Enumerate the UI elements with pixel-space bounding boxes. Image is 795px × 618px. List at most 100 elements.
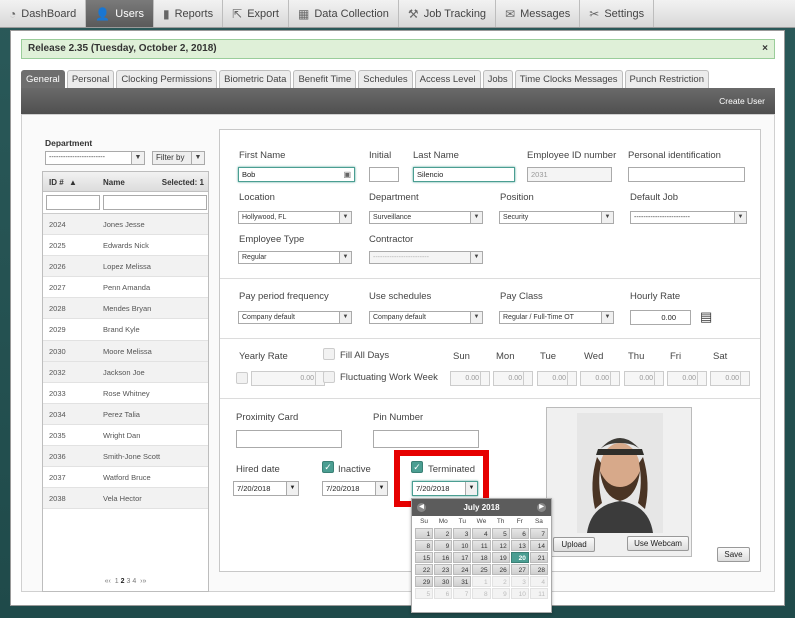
calendar-day[interactable]: 19 <box>491 552 510 563</box>
col-id-header[interactable]: ID # <box>49 178 64 187</box>
calendar-day[interactable]: 14 <box>529 540 548 551</box>
calendar-day[interactable]: 13 <box>510 540 529 551</box>
tab-jobs[interactable]: Jobs <box>482 70 513 88</box>
nav-messages[interactable]: ✉ Messages <box>496 0 581 27</box>
pay-period-select[interactable]: Company default ▼ <box>238 311 352 324</box>
last-name-field[interactable]: Silencio <box>413 167 515 182</box>
department-field-select[interactable]: Surveillance ▼ <box>369 211 483 224</box>
inactive-checkbox[interactable]: ✓ <box>322 461 334 473</box>
close-icon[interactable]: × <box>762 40 768 58</box>
nav-settings[interactable]: ✂ Settings <box>580 0 655 27</box>
tab-biometric-data[interactable]: Biometric Data <box>219 70 292 88</box>
table-row[interactable]: 2038 Vela Hector <box>43 488 208 510</box>
table-row[interactable]: 2030 Moore Melissa <box>43 340 208 362</box>
personal-id-field[interactable] <box>628 167 745 182</box>
hourly-rate-stepper[interactable]: 0.00 <box>630 310 691 325</box>
nav-users[interactable]: 👤 Users <box>86 0 154 27</box>
table-row[interactable]: 2028 Mendes Bryan <box>43 298 208 320</box>
default-job-select[interactable]: ------------------------ ▼ <box>630 211 747 224</box>
fill-all-days-checkbox[interactable] <box>323 348 335 360</box>
calendar-day[interactable]: 8 <box>415 540 434 551</box>
calendar-day[interactable]: 20 <box>510 552 529 563</box>
location-select[interactable]: Hollywood, FL ▼ <box>238 211 352 224</box>
calendar-day[interactable]: 3 <box>453 528 472 539</box>
tab-benefit-time[interactable]: Benefit Time <box>293 70 357 88</box>
calendar-day[interactable]: 27 <box>510 564 529 575</box>
name-filter-input[interactable] <box>103 195 207 210</box>
upload-button[interactable]: Upload <box>553 537 595 552</box>
table-row[interactable]: 2034 Perez Talia <box>43 403 208 425</box>
nav-export[interactable]: ⇱ Export <box>223 0 289 27</box>
nav-job-tracking[interactable]: ⚒ Job Tracking <box>399 0 497 27</box>
calculator-icon[interactable]: ▤ <box>700 309 712 325</box>
inactive-date-field[interactable]: 7/20/2018 ▼ <box>322 481 388 496</box>
hired-date-field[interactable]: 7/20/2018 ▼ <box>233 481 299 496</box>
table-row[interactable]: 2035 Wright Dan <box>43 425 208 447</box>
calendar-day[interactable]: 24 <box>453 564 472 575</box>
employee-type-select[interactable]: Regular ▼ <box>238 251 352 264</box>
pager-page-2[interactable]: 2 <box>121 578 125 585</box>
tab-access-level[interactable]: Access Level <box>414 70 481 88</box>
calendar-day[interactable]: 21 <box>529 552 548 563</box>
calendar-day[interactable]: 6 <box>510 528 529 539</box>
calendar-day[interactable]: 17 <box>453 552 472 563</box>
col-name-header[interactable]: Name <box>103 178 125 187</box>
first-name-field[interactable]: Bob ▣ <box>238 167 355 182</box>
calendar-day[interactable]: 15 <box>415 552 434 563</box>
tab-time-clocks-messages[interactable]: Time Clocks Messages <box>514 70 623 88</box>
tab-punch-restriction[interactable]: Punch Restriction <box>624 70 709 88</box>
initial-field[interactable] <box>369 167 399 182</box>
table-row[interactable]: 2027 Penn Amanda <box>43 277 208 299</box>
next-month-icon[interactable]: ▶ <box>537 503 546 512</box>
calendar-day[interactable]: 7 <box>529 528 548 539</box>
save-button[interactable]: Save <box>717 547 750 562</box>
pager-next[interactable]: ›» <box>140 578 146 585</box>
table-row[interactable]: 2025 Edwards Nick <box>43 235 208 257</box>
fluctuating-checkbox[interactable] <box>323 371 335 383</box>
table-row[interactable]: 2037 Watford Bruce <box>43 467 208 489</box>
nav-reports[interactable]: ▮ Reports <box>154 0 224 27</box>
create-user-link[interactable]: Create User <box>719 96 765 106</box>
calendar-day[interactable]: 30 <box>434 576 453 587</box>
yearly-rate-checkbox[interactable] <box>236 372 248 384</box>
table-row[interactable]: 2033 Rose Whitney <box>43 383 208 404</box>
calendar-day[interactable]: 5 <box>491 528 510 539</box>
tab-general[interactable]: General <box>21 70 65 88</box>
use-webcam-button[interactable]: Use Webcam <box>627 536 689 551</box>
calendar-day[interactable]: 12 <box>491 540 510 551</box>
calendar-day[interactable]: 18 <box>472 552 491 563</box>
department-select[interactable]: ------------------------ ▼ <box>45 151 145 165</box>
position-select[interactable]: Security ▼ <box>499 211 614 224</box>
use-schedules-select[interactable]: Company default ▼ <box>369 311 483 324</box>
table-row[interactable]: 2024 Jones Jesse <box>43 214 208 236</box>
calendar-day[interactable]: 11 <box>472 540 491 551</box>
filter-by-select[interactable]: Filter by ▼ <box>152 151 205 165</box>
calendar-day[interactable]: 4 <box>472 528 491 539</box>
calendar-day[interactable]: 9 <box>434 540 453 551</box>
proximity-field[interactable] <box>236 430 342 448</box>
calendar-day[interactable]: 23 <box>434 564 453 575</box>
calendar-day[interactable]: 16 <box>434 552 453 563</box>
calendar-day[interactable]: 26 <box>491 564 510 575</box>
nav-dashboard[interactable]: ◔ DashBoard <box>0 0 87 27</box>
id-filter-input[interactable] <box>46 195 100 210</box>
pager-page-3[interactable]: 3 <box>126 578 130 585</box>
pager-page-4[interactable]: 4 <box>132 578 136 585</box>
table-row[interactable]: 2029 Brand Kyle <box>43 319 208 341</box>
pager-page-1[interactable]: 1 <box>115 578 119 585</box>
tab-schedules[interactable]: Schedules <box>358 70 413 88</box>
nav-data-collection[interactable]: ▦ Data Collection <box>289 0 399 27</box>
prev-month-icon[interactable]: ◀ <box>417 503 426 512</box>
calendar-day[interactable]: 22 <box>415 564 434 575</box>
calendar-day[interactable]: 31 <box>453 576 472 587</box>
calendar-day[interactable]: 1 <box>415 528 434 539</box>
table-row[interactable]: 2036 Smith-Jone Scott <box>43 446 208 468</box>
table-row[interactable]: 2032 Jackson Joe <box>43 361 208 383</box>
calendar-day[interactable]: 29 <box>415 576 434 587</box>
calendar-day[interactable]: 10 <box>453 540 472 551</box>
tab-clocking-permissions[interactable]: Clocking Permissions <box>116 70 218 88</box>
calendar-day[interactable]: 2 <box>434 528 453 539</box>
pin-field[interactable] <box>373 430 479 448</box>
pay-class-select[interactable]: Regular / Full-Time OT ▼ <box>499 311 614 324</box>
calendar-day[interactable]: 25 <box>472 564 491 575</box>
